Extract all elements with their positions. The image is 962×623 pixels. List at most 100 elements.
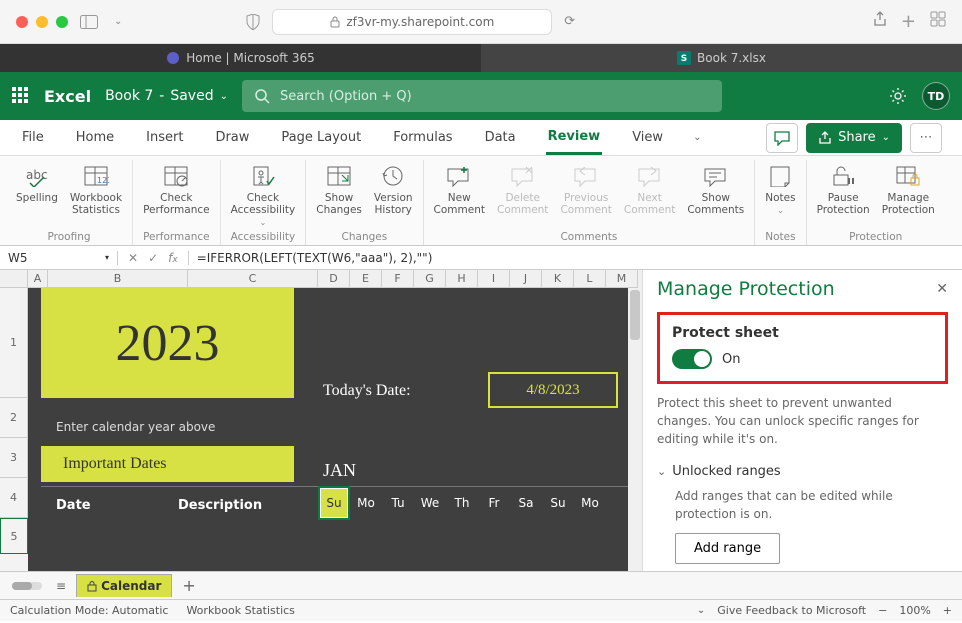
tab-book7[interactable]: S Book 7.xlsx bbox=[481, 44, 962, 72]
reload-icon[interactable]: ⟳ bbox=[560, 10, 579, 33]
pause-protection-button[interactable]: Pause Protection bbox=[811, 160, 876, 229]
chevron-down-icon: ⌄ bbox=[882, 132, 890, 143]
document-name[interactable]: Book 7 - Saved ⌄ bbox=[105, 88, 228, 104]
day-cell[interactable]: Fr bbox=[478, 486, 510, 520]
app-launcher-icon[interactable] bbox=[12, 87, 30, 105]
notes-button[interactable]: Notes ⌄ bbox=[759, 160, 801, 229]
comments-button[interactable] bbox=[766, 123, 798, 153]
tab-overview-icon[interactable] bbox=[930, 11, 946, 32]
tab-draw[interactable]: Draw bbox=[213, 122, 251, 153]
col-header[interactable]: E bbox=[350, 270, 382, 288]
spelling-button[interactable]: abc Spelling bbox=[10, 160, 64, 229]
row-header[interactable]: 2 bbox=[0, 398, 28, 438]
close-icon[interactable]: ✕ bbox=[936, 281, 948, 297]
cancel-icon[interactable]: ✕ bbox=[128, 251, 138, 265]
col-header[interactable]: B bbox=[48, 270, 188, 288]
tab-insert[interactable]: Insert bbox=[144, 122, 185, 153]
col-header[interactable]: G bbox=[414, 270, 446, 288]
tab-home[interactable]: Home bbox=[74, 122, 116, 153]
col-header[interactable]: K bbox=[542, 270, 574, 288]
sidebar-icon[interactable] bbox=[76, 11, 102, 33]
col-header[interactable]: D bbox=[318, 270, 350, 288]
close-window-icon[interactable] bbox=[16, 16, 28, 28]
day-cell[interactable]: Mo bbox=[350, 486, 382, 520]
tab-page-layout[interactable]: Page Layout bbox=[279, 122, 363, 153]
cells[interactable]: 2023 Today's Date: 4/8/2023 Enter calend… bbox=[28, 288, 642, 571]
maximize-window-icon[interactable] bbox=[56, 16, 68, 28]
fx-icon[interactable]: fx bbox=[168, 251, 178, 265]
tab-formulas[interactable]: Formulas bbox=[391, 122, 454, 153]
protect-sheet-toggle[interactable] bbox=[672, 349, 712, 369]
year-cell[interactable]: 2023 bbox=[41, 288, 294, 398]
day-cell[interactable]: Mo bbox=[574, 486, 606, 520]
tab-review[interactable]: Review bbox=[546, 121, 603, 155]
lock-icon bbox=[330, 16, 340, 28]
share-button[interactable]: Share ⌄ bbox=[806, 123, 902, 153]
accept-icon[interactable]: ✓ bbox=[148, 251, 158, 265]
delete-comment-icon bbox=[509, 162, 537, 190]
col-header[interactable]: I bbox=[478, 270, 510, 288]
check-performance-button[interactable]: Check Performance bbox=[137, 160, 216, 229]
minimize-window-icon[interactable] bbox=[36, 16, 48, 28]
show-comments-button[interactable]: Show Comments bbox=[681, 160, 750, 229]
horizontal-scrollbar[interactable] bbox=[12, 582, 42, 590]
col-header[interactable]: F bbox=[382, 270, 414, 288]
app-name: Excel bbox=[44, 87, 91, 106]
today-date: 4/8/2023 bbox=[488, 372, 618, 408]
settings-icon[interactable] bbox=[888, 86, 908, 106]
row-header[interactable]: 4 bbox=[0, 478, 28, 518]
chevron-down-icon: ⌄ bbox=[777, 206, 784, 215]
day-cell[interactable]: Th bbox=[446, 486, 478, 520]
check-accessibility-button[interactable]: Check Accessibility ⌄ bbox=[225, 160, 302, 229]
chevron-down-icon[interactable]: ⌄ bbox=[697, 605, 705, 616]
row-header[interactable]: 5 bbox=[0, 518, 28, 554]
col-header[interactable]: H bbox=[446, 270, 478, 288]
row-header[interactable]: 1 bbox=[0, 288, 28, 398]
search-box[interactable]: Search (Option + Q) bbox=[242, 80, 722, 112]
day-cell[interactable]: Su bbox=[542, 486, 574, 520]
row-header[interactable]: 3 bbox=[0, 438, 28, 478]
col-header[interactable]: J bbox=[510, 270, 542, 288]
shield-icon[interactable] bbox=[242, 10, 264, 34]
chevron-down-icon[interactable]: ⌄ bbox=[693, 132, 701, 143]
name-box[interactable]: W5 ▾ bbox=[0, 251, 118, 265]
sheet-tab-calendar[interactable]: Calendar bbox=[76, 574, 172, 597]
month-label: JAN bbox=[323, 460, 356, 481]
zoom-in-button[interactable]: + bbox=[943, 604, 952, 617]
formula-input[interactable]: =IFERROR(LEFT(TEXT(W6,"aaa"), 2),"") bbox=[189, 251, 441, 265]
tab-data[interactable]: Data bbox=[483, 122, 518, 153]
tab-file[interactable]: File bbox=[20, 122, 46, 153]
manage-protection-button[interactable]: Manage Protection bbox=[876, 160, 941, 229]
tab-home[interactable]: Home | Microsoft 365 bbox=[0, 44, 481, 72]
zoom-level[interactable]: 100% bbox=[899, 604, 930, 617]
zoom-out-button[interactable]: − bbox=[878, 604, 887, 617]
all-sheets-icon[interactable]: ≡ bbox=[56, 579, 66, 593]
workbook-stats-button[interactable]: 123 Workbook Statistics bbox=[64, 160, 128, 229]
version-history-button[interactable]: Version History bbox=[368, 160, 419, 229]
share-icon[interactable] bbox=[873, 11, 887, 32]
day-cell[interactable]: We bbox=[414, 486, 446, 520]
workbook-stats-link[interactable]: Workbook Statistics bbox=[186, 604, 294, 617]
tab-menu-icon[interactable]: ⌄ bbox=[110, 12, 126, 31]
col-header[interactable]: C bbox=[188, 270, 318, 288]
new-tab-icon[interactable]: + bbox=[901, 11, 916, 32]
new-comment-button[interactable]: New Comment bbox=[428, 160, 491, 229]
avatar[interactable]: TD bbox=[922, 82, 950, 110]
tab-view[interactable]: View bbox=[630, 122, 665, 153]
col-header[interactable]: L bbox=[574, 270, 606, 288]
day-cell[interactable]: Tu bbox=[382, 486, 414, 520]
calc-mode[interactable]: Calculation Mode: Automatic bbox=[10, 604, 168, 617]
address-bar[interactable]: zf3vr-my.sharepoint.com bbox=[272, 9, 552, 35]
more-button[interactable]: ⋯ bbox=[910, 123, 942, 153]
day-cell-selected[interactable]: Su bbox=[318, 486, 350, 520]
vertical-scrollbar[interactable] bbox=[628, 288, 642, 571]
col-header[interactable]: A bbox=[28, 270, 48, 288]
unlocked-ranges-header[interactable]: ⌄ Unlocked ranges bbox=[657, 464, 948, 479]
day-cell[interactable]: Sa bbox=[510, 486, 542, 520]
feedback-link[interactable]: Give Feedback to Microsoft bbox=[717, 604, 866, 617]
select-all[interactable] bbox=[0, 270, 28, 288]
add-sheet-button[interactable]: + bbox=[182, 576, 195, 595]
col-header[interactable]: M bbox=[606, 270, 638, 288]
add-range-button[interactable]: Add range bbox=[675, 533, 780, 564]
show-changes-button[interactable]: Show Changes bbox=[310, 160, 368, 229]
